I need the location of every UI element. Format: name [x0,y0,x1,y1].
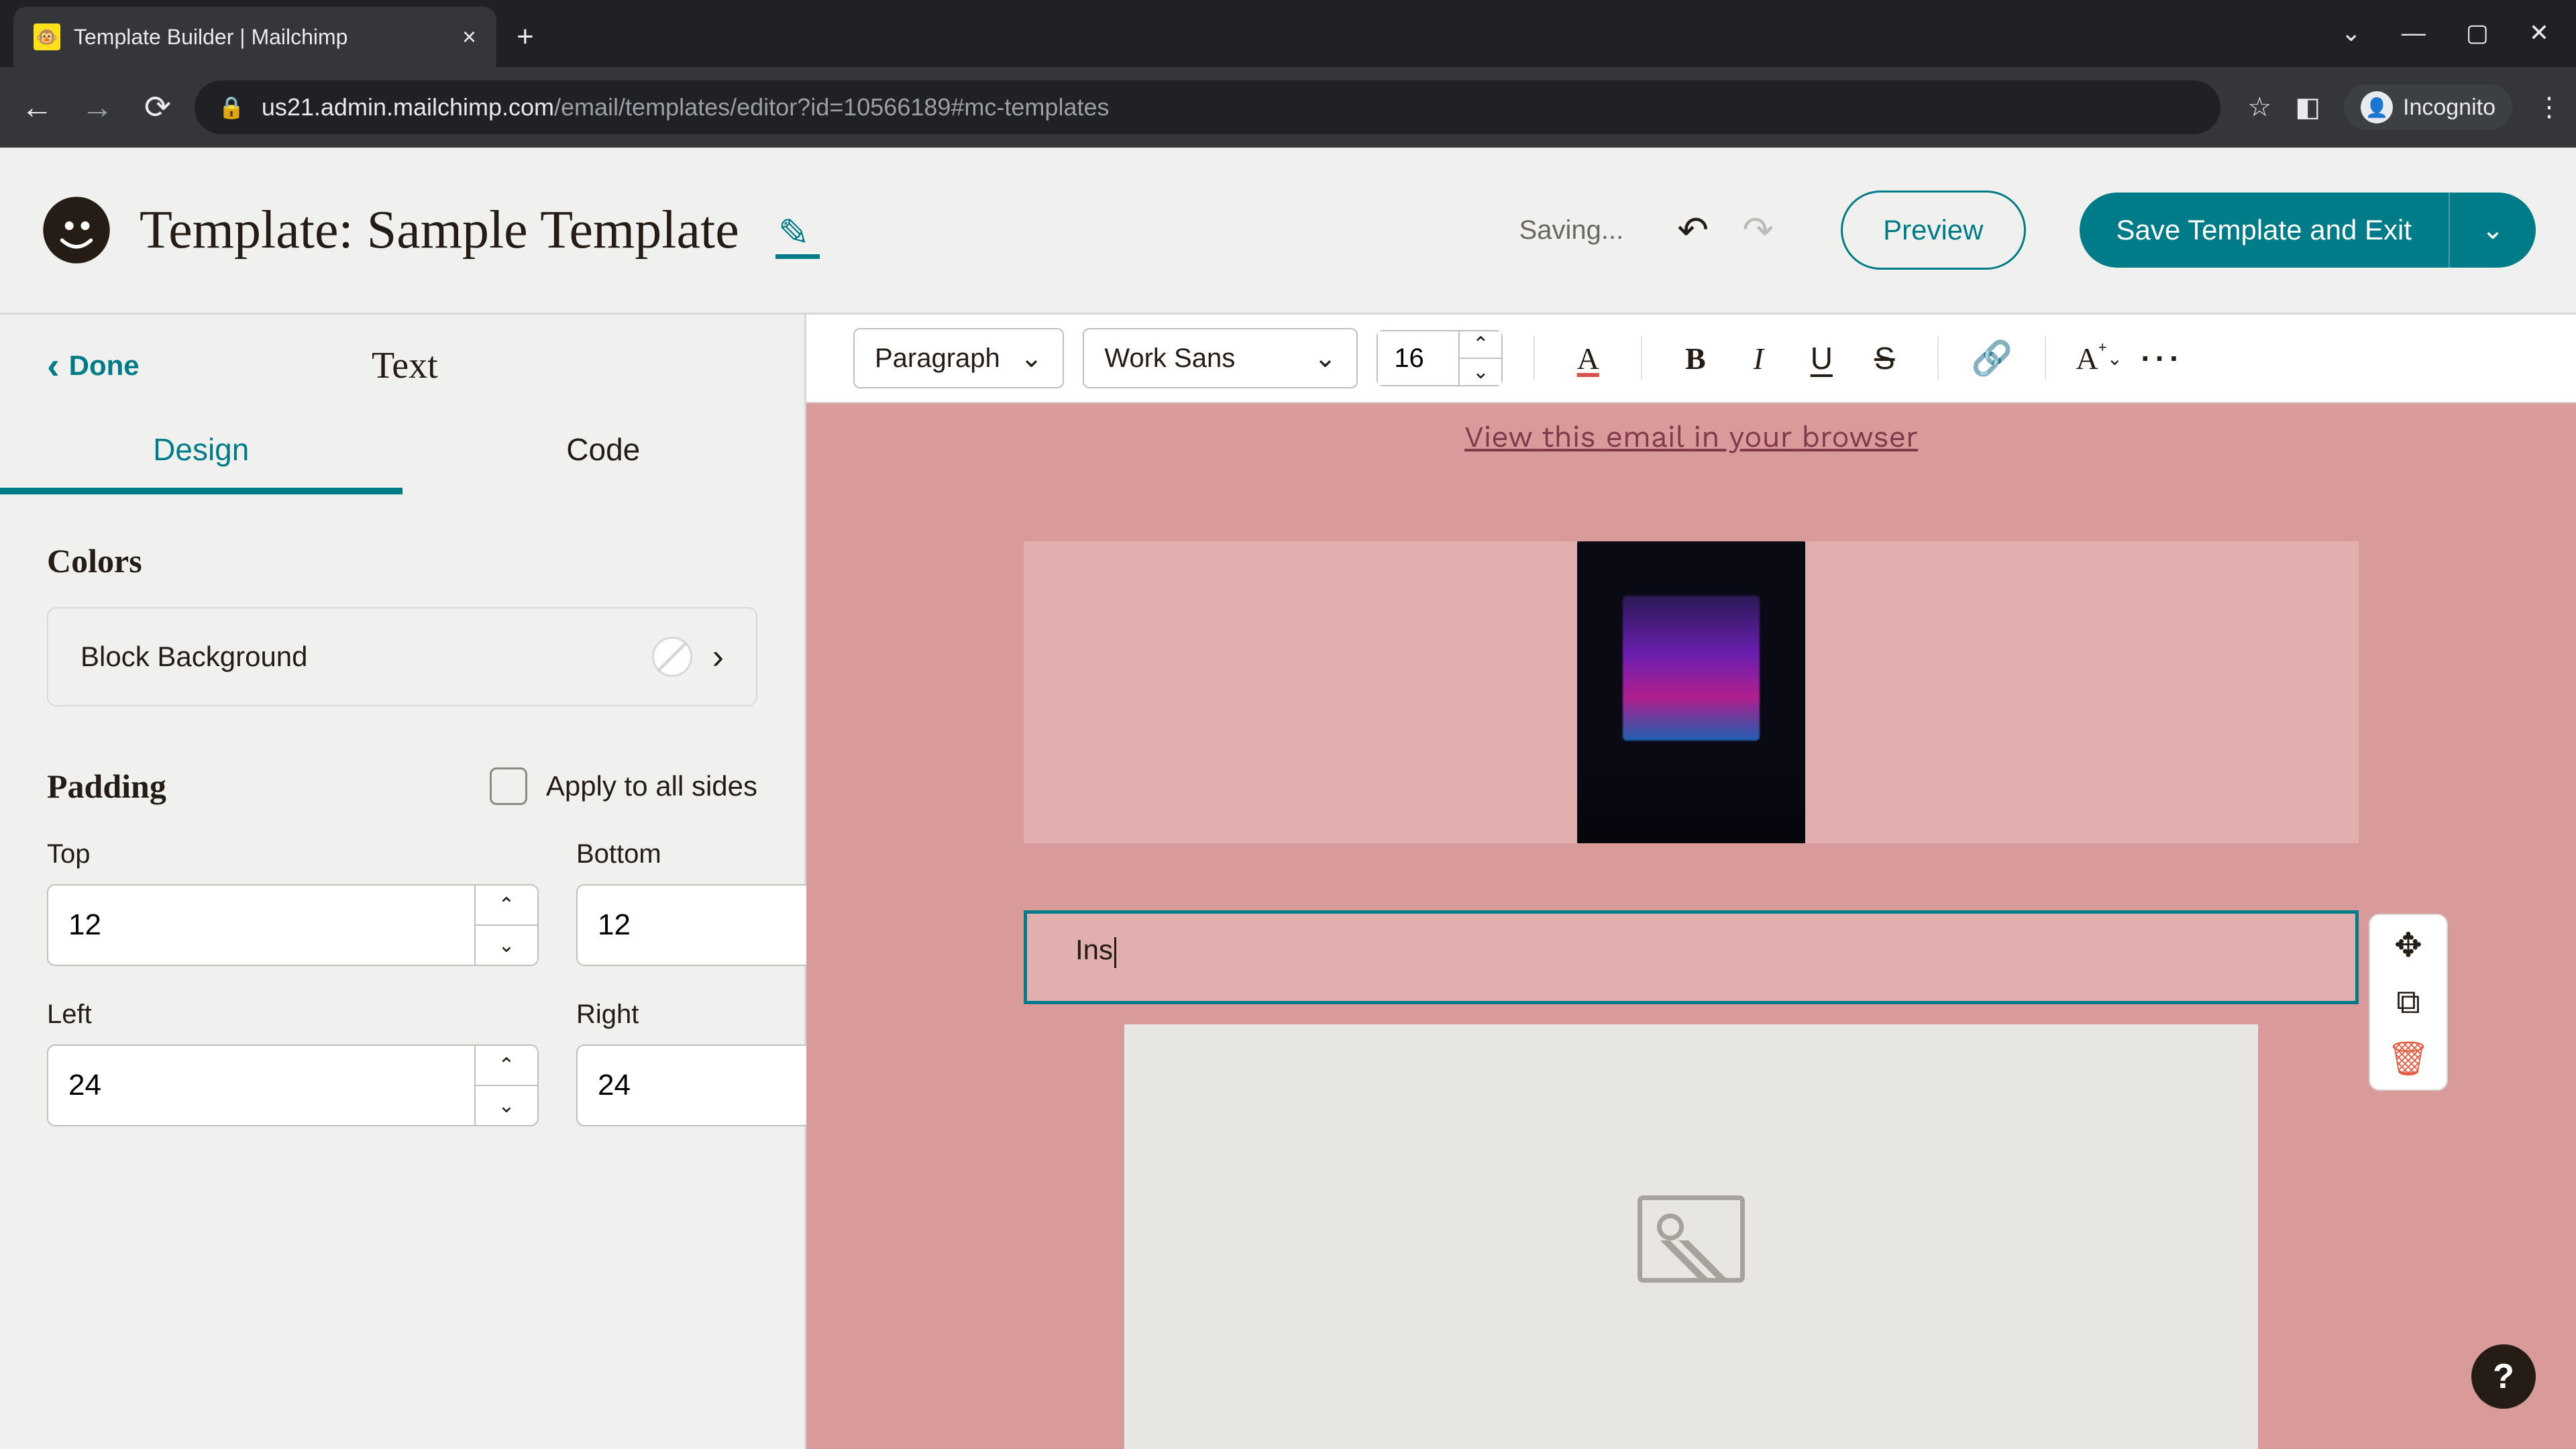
duplicate-block-icon[interactable]: ⧉ [2396,982,2420,1022]
inspector-panel: ‹Done Text Design Code Colors Block Back… [0,315,806,1449]
tabs-dropdown-icon[interactable]: ⌄ [2341,19,2361,47]
move-block-icon[interactable]: ✥ [2394,926,2422,965]
canvas[interactable]: View this email in your browser Ins ✥ ⧉ … [806,403,2576,1449]
browser-toolbar: ← → ⟳ 🔒 us21.admin.mailchimp.com/email/t… [0,67,2576,148]
padding-top-dec[interactable]: ⌄ [476,926,537,965]
padding-section-title: Padding [47,767,166,806]
text-color-button[interactable]: A [1566,336,1610,380]
image-placeholder-icon [1638,1195,1745,1283]
toolbar-divider [2045,336,2046,380]
browser-tab-strip: 🐵 Template Builder | Mailchimp × + ⌄ — ▢… [0,0,2576,67]
padding-left-dec[interactable]: ⌄ [476,1086,537,1125]
minimize-icon[interactable]: — [2402,19,2426,47]
panel-title: Text [372,344,525,387]
reload-button[interactable]: ⟳ [134,89,181,126]
new-tab-button[interactable]: + [517,20,534,54]
window-controls: ⌄ — ▢ ✕ [2341,19,2576,47]
text-block-content[interactable]: Ins [1075,934,2307,968]
font-family-select[interactable]: Work Sans⌄ [1083,328,1358,388]
chevron-right-icon: › [712,637,724,677]
redo-button[interactable]: ↷ [1742,208,1774,252]
tab-design[interactable]: Design [0,407,402,494]
color-swatch-none [652,637,692,677]
edit-title-icon[interactable]: ✎ [778,211,810,255]
close-window-icon[interactable]: ✕ [2529,19,2549,47]
tab-code[interactable]: Code [402,407,805,494]
toolbar-divider [1534,336,1535,380]
padding-top-inc[interactable]: ⌃ [476,885,537,926]
back-button[interactable]: ← [13,89,60,126]
apply-all-sides-label: Apply to all sides [546,770,757,802]
incognito-icon: 👤 [2361,91,2393,123]
kebab-menu-icon[interactable]: ⋮ [2536,92,2563,123]
view-in-browser-link[interactable]: View this email in your browser [1464,419,1918,454]
save-dropdown-button[interactable]: ⌄ [2449,193,2536,268]
toolbar-divider [1937,336,1939,380]
close-tab-icon[interactable]: × [462,23,476,51]
strikethrough-button[interactable]: S [1862,336,1907,380]
chevron-down-icon: ⌄ [1314,343,1337,374]
address-bar[interactable]: 🔒 us21.admin.mailchimp.com/email/templat… [195,80,2220,134]
apply-all-sides-checkbox[interactable] [490,767,527,805]
toolbar-divider [1641,336,1642,380]
link-button[interactable]: 🔗 [1970,336,2014,380]
forward-button[interactable]: → [74,89,121,126]
colors-section-title: Colors [47,541,757,580]
hero-image[interactable] [1577,541,1805,843]
font-size-input[interactable] [1378,331,1458,385]
save-exit-button[interactable]: Save Template and Exit [2080,193,2449,268]
font-size-inc[interactable]: ⌃ [1460,331,1501,359]
padding-top-label: Top [47,839,539,869]
more-tools-button[interactable]: ··· [2140,336,2184,380]
lock-icon: 🔒 [218,95,245,120]
mailchimp-favicon: 🐵 [34,23,60,50]
text-toolbar: Paragraph⌄ Work Sans⌄ ⌃⌄ A B I U S 🔗 A+ … [806,315,2576,403]
padding-left-inc[interactable]: ⌃ [476,1046,537,1086]
bookmark-star-icon[interactable]: ☆ [2247,92,2271,123]
maximize-icon[interactable]: ▢ [2466,19,2489,47]
block-background-label: Block Background [80,641,632,673]
done-button[interactable]: ‹Done [47,350,140,382]
delete-block-icon[interactable]: 🗑 [2387,1039,2429,1079]
italic-button[interactable]: I [1736,336,1780,380]
block-format-select[interactable]: Paragraph⌄ [853,328,1064,388]
preview-button[interactable]: Preview [1841,191,2025,270]
bold-button[interactable]: B [1673,336,1717,380]
view-in-browser-row: View this email in your browser [806,403,2576,461]
block-background-row[interactable]: Block Background › [47,607,757,706]
page-title: Template: Sample Template [140,200,739,261]
font-size-dec[interactable]: ⌄ [1460,359,1501,385]
url-text: us21.admin.mailchimp.com/email/templates… [262,93,1110,121]
selected-text-block[interactable]: Ins ✥ ⧉ 🗑 [1024,910,2359,1004]
incognito-badge[interactable]: 👤 Incognito [2344,85,2512,130]
browser-tab[interactable]: 🐵 Template Builder | Mailchimp × [13,7,496,67]
email-body [1024,541,2359,843]
underline-button[interactable]: U [1799,336,1843,380]
saving-status: Saving... [1519,215,1624,246]
block-action-toolbar: ✥ ⧉ 🗑 [2369,914,2448,1091]
padding-left-label: Left [47,1000,539,1030]
text-cursor [1114,937,1116,968]
help-button[interactable]: ? [2471,1344,2536,1409]
chevron-left-icon: ‹ [47,356,60,375]
text-styles-button[interactable]: A+ ⌄ [2077,336,2121,380]
font-size-stepper[interactable]: ⌃⌄ [1377,330,1503,386]
padding-left-stepper[interactable]: ⌃⌄ [47,1044,539,1126]
padding-top-input[interactable] [48,885,474,965]
undo-button[interactable]: ↶ [1677,208,1709,252]
chevron-down-icon: ⌄ [1020,343,1043,374]
tab-title: Template Builder | Mailchimp [74,25,449,50]
mailchimp-logo[interactable] [40,194,113,266]
padding-left-input[interactable] [48,1046,474,1125]
side-panel-icon[interactable]: ◧ [2295,92,2320,123]
inspector-tabs: Design Code [0,407,804,494]
image-placeholder-block[interactable] [1124,1024,2258,1449]
app-header: Template: Sample Template ✎ Saving... ↶ … [0,148,2576,313]
padding-top-stepper[interactable]: ⌃⌄ [47,884,539,966]
